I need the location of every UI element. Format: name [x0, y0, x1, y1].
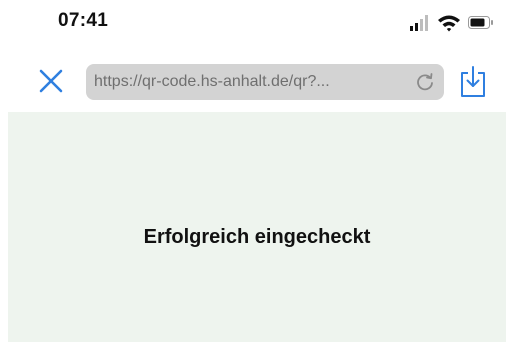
checkin-message: Erfolgreich eingecheckt: [143, 226, 371, 248]
close-icon: [39, 69, 63, 93]
reload-icon: [417, 73, 433, 91]
reload-button[interactable]: [414, 71, 436, 93]
url-text: https://qr-code.hs-anhalt.de/qr?...: [94, 73, 330, 90]
status-icons: [410, 14, 494, 32]
battery-icon: [468, 16, 493, 29]
close-button[interactable]: [36, 66, 66, 96]
browser-toolbar: https://qr-code.hs-anhalt.de/qr?...: [0, 54, 514, 110]
share-button[interactable]: [458, 65, 488, 99]
page-content: Erfolgreich eingecheckt: [8, 112, 506, 342]
signal-icon: [410, 15, 428, 31]
url-field[interactable]: https://qr-code.hs-anhalt.de/qr?...: [86, 64, 444, 100]
wifi-icon: [438, 15, 460, 32]
status-time: 07:41: [58, 10, 109, 31]
status-bar: 07:41: [0, 0, 514, 44]
share-icon: [461, 66, 485, 97]
